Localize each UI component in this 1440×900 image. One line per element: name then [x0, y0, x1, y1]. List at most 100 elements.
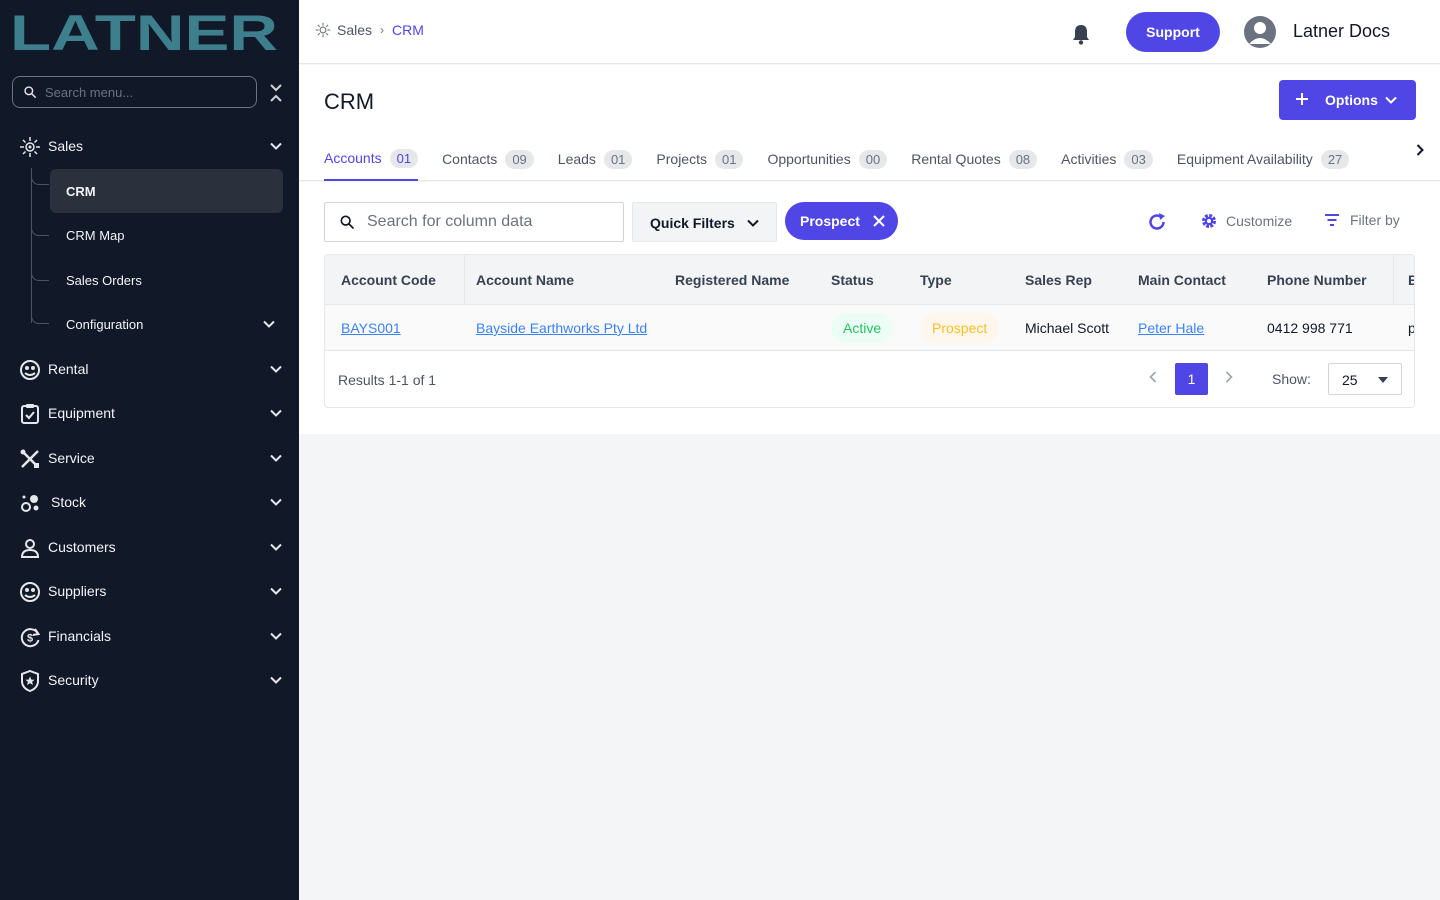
tab-count-badge: 00: [858, 149, 888, 169]
column-header[interactable]: Main Contact: [1138, 272, 1226, 288]
customize-button[interactable]: Customize: [1200, 212, 1292, 230]
sales-rep-cell: Michael Scott: [1025, 320, 1110, 336]
sidebar-item-equipment[interactable]: Equipment: [0, 393, 299, 433]
quick-filters-label: Quick Filters: [650, 215, 735, 231]
breadcrumb: Sales › CRM: [315, 22, 424, 38]
sidebar-item-financials[interactable]: $ Financials: [0, 616, 299, 656]
tab-leads[interactable]: Leads 01: [558, 139, 633, 181]
tab-label: Projects: [656, 151, 707, 167]
tree-branch: [31, 175, 49, 185]
sidebar-item-label: Stock: [51, 494, 87, 510]
chevron-down-icon: [270, 365, 282, 373]
filter-icon: [1325, 214, 1339, 226]
stock-icon: [19, 492, 41, 514]
sidebar-item-rental[interactable]: Rental: [0, 349, 299, 389]
tab-accounts[interactable]: Accounts 01: [324, 139, 419, 181]
breadcrumb-sales[interactable]: Sales: [337, 22, 372, 38]
accounts-table: Account Code Account Name Registered Nam…: [324, 254, 1415, 408]
chevron-right-icon: ›: [380, 23, 385, 37]
email-cell: p: [1408, 320, 1414, 336]
filter-by-label: Filter by: [1350, 212, 1400, 228]
gear-icon: [1202, 214, 1216, 228]
column-search[interactable]: [324, 202, 624, 242]
tree-line: [31, 168, 32, 323]
sidebar-search[interactable]: [12, 76, 257, 108]
tab-rental-quotes[interactable]: Rental Quotes 08: [911, 139, 1038, 181]
sidebar-item-customers[interactable]: Customers: [0, 527, 299, 567]
column-header[interactable]: E: [1408, 272, 1414, 288]
table-row[interactable]: BAYS001 Bayside Earthworks Pty Ltd Activ…: [325, 305, 1414, 351]
sidebar-item-security[interactable]: Security: [0, 660, 299, 700]
sidebar-item-suppliers[interactable]: Suppliers: [0, 571, 299, 611]
filter-by-button[interactable]: Filter by: [1324, 212, 1400, 228]
column-header[interactable]: Registered Name: [675, 272, 789, 288]
account-name-link[interactable]: Bayside Earthworks Pty Ltd: [476, 320, 647, 336]
close-icon[interactable]: [872, 214, 886, 228]
tab-label: Rental Quotes: [911, 151, 1001, 167]
chevron-down-icon: [270, 543, 282, 551]
table-header: Account Code Account Name Registered Nam…: [325, 255, 1414, 305]
sidebar-subitem-label: Configuration: [66, 316, 144, 332]
caret-down-icon: [1378, 377, 1388, 383]
sidebar-subitem-label: Sales Orders: [66, 272, 142, 288]
table-footer: Results 1-1 of 1 1 Show: 25: [325, 351, 1414, 407]
options-button[interactable]: Options: [1279, 80, 1416, 120]
tools-icon: [19, 448, 41, 470]
sidebar-item-stock[interactable]: Stock: [0, 482, 299, 522]
tab-activities[interactable]: Activities 03: [1061, 139, 1153, 181]
sidebar-item-label: Suppliers: [48, 583, 107, 599]
column-header[interactable]: Status: [831, 272, 874, 288]
page-size-select[interactable]: 25: [1328, 363, 1402, 395]
column-divider[interactable]: [1393, 255, 1394, 305]
quick-filters-button[interactable]: Quick Filters: [632, 202, 777, 242]
user-name[interactable]: Latner Docs: [1293, 21, 1390, 42]
refresh-icon[interactable]: [1147, 212, 1167, 232]
tab-label: Equipment Availability: [1176, 151, 1313, 167]
column-header[interactable]: Phone Number: [1267, 272, 1367, 288]
sidebar-item-sales[interactable]: Sales: [0, 126, 299, 166]
tab-equipment-availability[interactable]: Equipment Availability 27: [1176, 139, 1350, 181]
chevron-left-icon[interactable]: [1146, 370, 1160, 384]
chevron-down-icon: [270, 498, 282, 506]
chevron-down-icon: [270, 142, 282, 150]
tab-count-badge: 03: [1124, 149, 1153, 169]
breadcrumb-crm: CRM: [392, 22, 424, 38]
tab-count-badge: 01: [389, 148, 419, 168]
sidebar-subitem-sales-orders[interactable]: Sales Orders: [50, 258, 283, 302]
chevron-right-icon[interactable]: [1413, 143, 1427, 157]
column-header[interactable]: Sales Rep: [1025, 272, 1092, 288]
sidebar-subitem-configuration[interactable]: Configuration: [50, 302, 283, 346]
sales-icon: [315, 22, 331, 38]
sidebar-search-input[interactable]: [45, 84, 235, 100]
chevron-right-icon[interactable]: [1222, 370, 1236, 384]
tab-contacts[interactable]: Contacts 09: [442, 139, 534, 181]
search-icon: [24, 86, 36, 98]
account-code-link[interactable]: BAYS001: [341, 320, 401, 336]
column-header[interactable]: Account Name: [476, 272, 574, 288]
latner-logo[interactable]: LATNER: [10, 12, 280, 54]
column-header[interactable]: Account Code: [341, 272, 436, 288]
sidebar-item-label: Sales: [48, 138, 84, 154]
avatar[interactable]: [1244, 16, 1276, 48]
sidebar-subitem-crm-map[interactable]: CRM Map: [50, 213, 283, 257]
support-button[interactable]: Support: [1126, 12, 1220, 52]
main-contact-link[interactable]: Peter Hale: [1138, 320, 1204, 336]
type-badge: Prospect: [920, 313, 1000, 343]
sidebar-subitem-crm[interactable]: CRM: [50, 169, 283, 213]
tab-count-badge: 01: [714, 149, 744, 169]
tab-label: Contacts: [442, 151, 498, 167]
column-header[interactable]: Type: [920, 272, 952, 288]
tab-label: Leads: [557, 151, 596, 167]
tab-opportunities[interactable]: Opportunities 00: [767, 139, 888, 181]
collapse-sidebar-icon[interactable]: [268, 82, 284, 104]
tree-branch: [31, 271, 49, 281]
shield-star-icon: [19, 669, 41, 693]
notification-bell-icon[interactable]: [1071, 23, 1091, 45]
page-number-current[interactable]: 1: [1175, 363, 1208, 395]
tab-count-badge: 27: [1320, 149, 1350, 169]
column-search-input[interactable]: [367, 213, 607, 231]
column-divider[interactable]: [464, 255, 465, 305]
tab-projects[interactable]: Projects 01: [656, 139, 744, 181]
sidebar-item-service[interactable]: Service: [0, 438, 299, 478]
options-label: Options: [1325, 92, 1378, 108]
